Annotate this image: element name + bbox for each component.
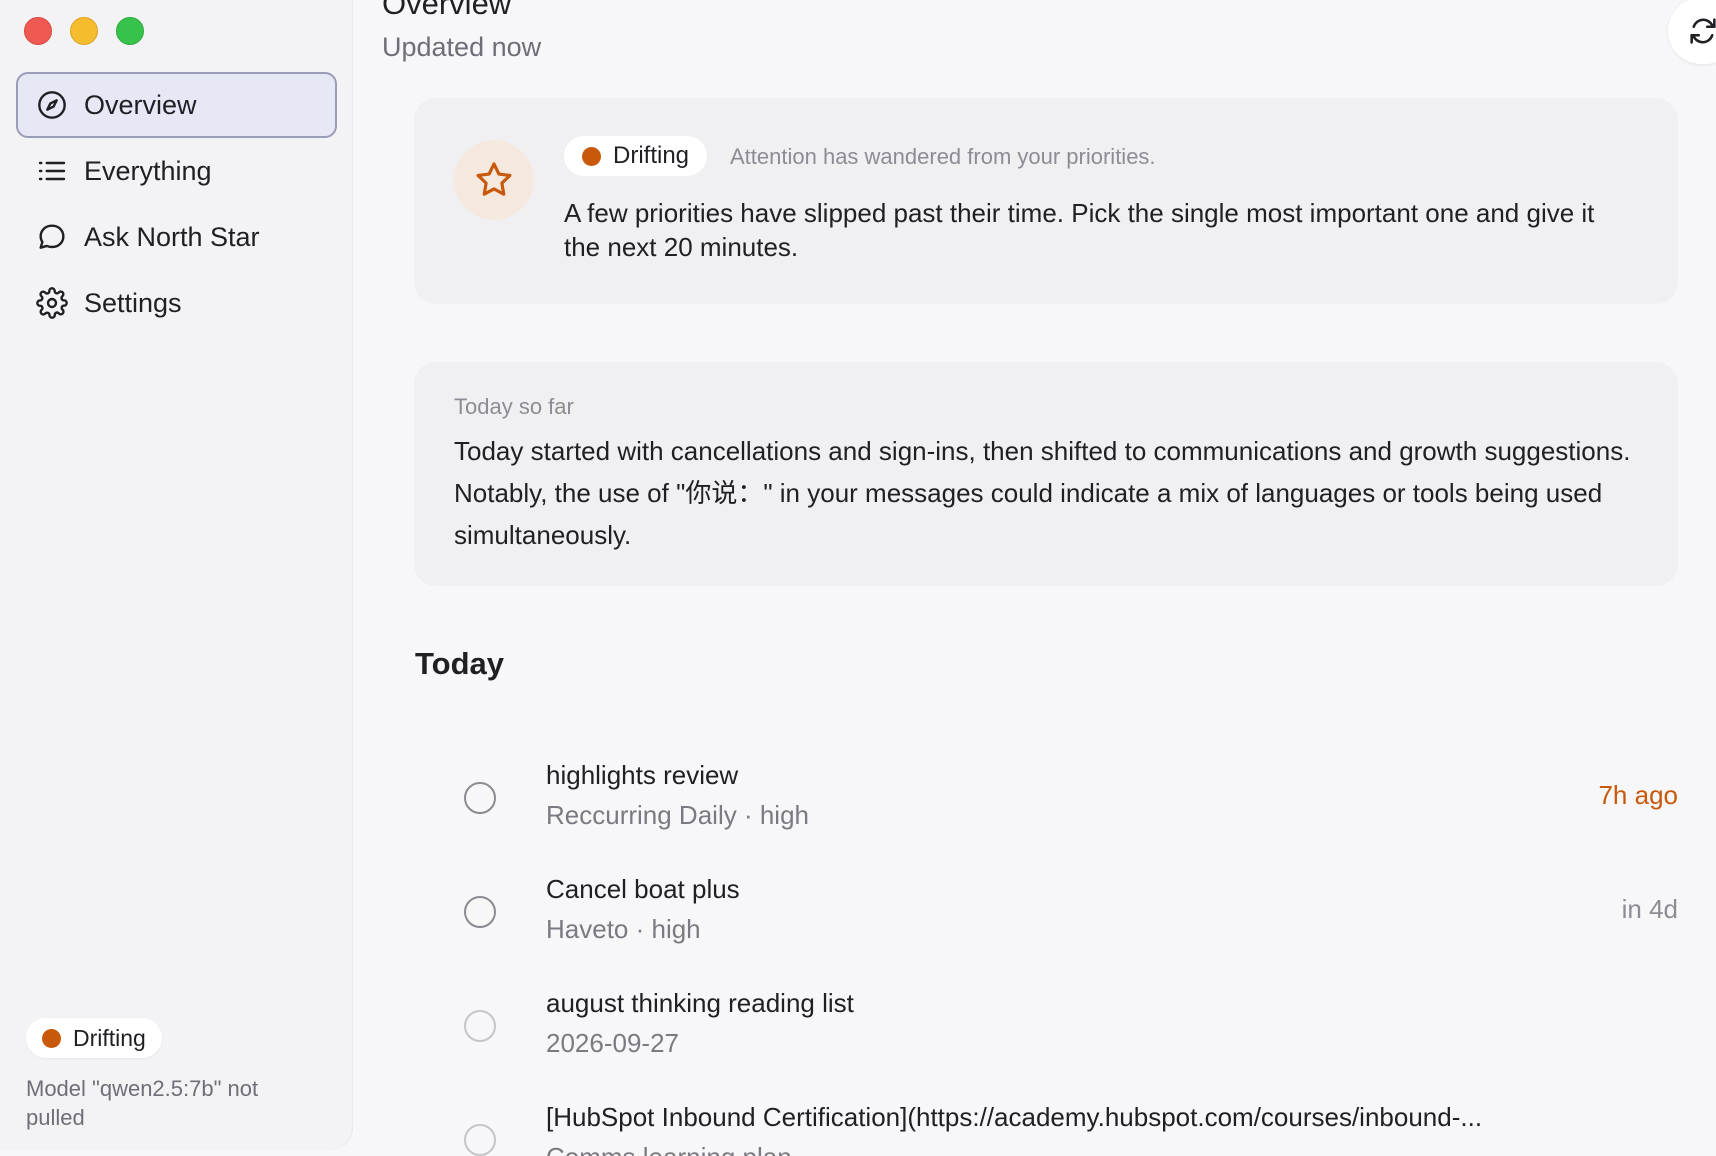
today-summary-card: Today so far Today started with cancella…	[414, 362, 1678, 586]
sidebar-nav: Overview Everything Ask North Star Setti…	[16, 72, 337, 336]
drift-message: A few priorities have slipped past their…	[564, 198, 1595, 262]
status-dot-icon	[582, 146, 601, 166]
task-checkbox[interactable]	[464, 896, 496, 928]
sidebar-item-label: Settings	[84, 287, 182, 318]
status-dot-icon	[42, 1028, 61, 1048]
chat-bubble-icon	[36, 221, 68, 253]
today-summary-label: Today so far	[454, 394, 574, 419]
star-icon	[476, 162, 512, 196]
drift-status-note: Attention has wandered from your priorit…	[730, 144, 1156, 169]
task-checkbox[interactable]	[464, 782, 496, 814]
window-controls	[24, 17, 144, 45]
drift-card: Drifting Attention has wandered from you…	[414, 98, 1678, 304]
task-checkbox[interactable]	[464, 1124, 496, 1156]
today-summary-text: Today started with cancellations and sig…	[454, 436, 1631, 550]
task-row[interactable]: august thinking reading list 2026-09-27	[414, 968, 1678, 1068]
sidebar-item-label: Ask North Star	[84, 221, 260, 252]
task-checkbox[interactable]	[464, 1010, 496, 1042]
main-content: Overview Updated now Drifting Attention …	[352, 0, 1716, 1156]
sidebar-item-ask-north-star[interactable]: Ask North Star	[16, 204, 337, 270]
task-title: Cancel boat plus	[546, 874, 740, 904]
sidebar-status-label: Drifting	[73, 1024, 146, 1051]
model-status-note: Model "qwen2.5:7b" not pulled	[26, 1076, 259, 1130]
task-due: 7h ago	[1598, 780, 1678, 810]
refresh-icon	[1690, 18, 1716, 44]
close-window-button[interactable]	[24, 17, 52, 45]
task-title: highlights review	[546, 760, 739, 790]
drift-status-label: Drifting	[613, 142, 690, 169]
page-subtitle: Updated now	[382, 32, 542, 62]
task-meta: Reccurring Daily · high	[546, 800, 809, 830]
star-badge	[454, 140, 534, 220]
sidebar-item-settings[interactable]: Settings	[16, 270, 337, 336]
sidebar-item-overview[interactable]: Overview	[16, 72, 337, 138]
task-meta: 2026-09-27	[546, 1028, 679, 1058]
task-title: august thinking reading list	[546, 988, 854, 1018]
task-row[interactable]: [HubSpot Inbound Certification](https://…	[414, 1082, 1678, 1156]
list-icon	[36, 155, 68, 187]
gear-icon	[36, 287, 68, 319]
sidebar-item-label: Overview	[84, 89, 197, 120]
sidebar: Overview Everything Ask North Star Setti…	[0, 0, 352, 1150]
page-title: Overview	[382, 0, 512, 21]
sidebar-status-badge: Drifting	[26, 1018, 162, 1058]
compass-icon	[36, 89, 68, 121]
minimize-window-button[interactable]	[70, 17, 98, 45]
task-meta: Comms learning plan	[546, 1142, 792, 1156]
task-row[interactable]: Cancel boat plus Haveto · high in 4d	[414, 854, 1678, 954]
task-meta: Haveto · high	[546, 914, 701, 944]
zoom-window-button[interactable]	[116, 17, 144, 45]
sidebar-item-everything[interactable]: Everything	[16, 138, 337, 204]
task-due: in 4d	[1621, 894, 1678, 924]
section-title-today: Today	[415, 646, 504, 681]
drift-status-badge: Drifting	[564, 136, 708, 176]
app-window: Overview Everything Ask North Star Setti…	[0, 0, 1716, 1156]
task-row[interactable]: highlights review Reccurring Daily · hig…	[414, 740, 1678, 840]
sidebar-item-label: Everything	[84, 155, 212, 186]
refresh-button[interactable]	[1668, 0, 1716, 64]
task-title: [HubSpot Inbound Certification](https://…	[546, 1102, 1483, 1132]
